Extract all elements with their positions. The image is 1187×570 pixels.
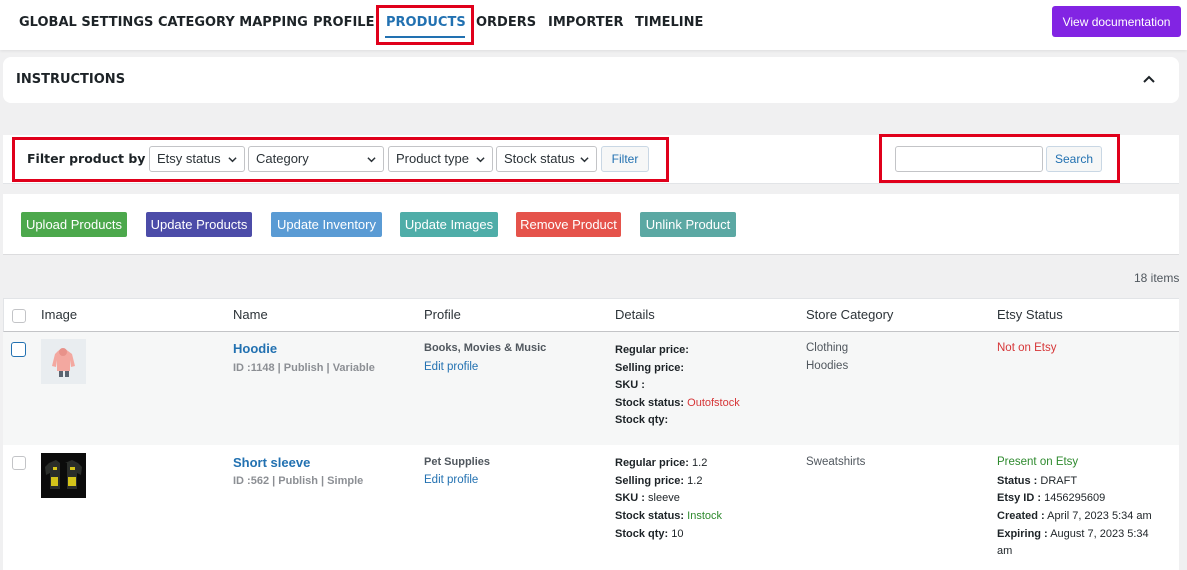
sku-label: SKU : [615, 379, 645, 391]
unlink-product-button[interactable]: Unlink Product [640, 212, 736, 237]
stock-qty: Stock qty: [615, 414, 668, 426]
etsy-id: Etsy ID : 1456295609 [997, 492, 1105, 504]
selling-price-label: Selling price: [615, 362, 685, 374]
column-header-details: Details [615, 307, 655, 322]
column-header-profile: Profile [424, 307, 461, 322]
tab-category-mapping[interactable]: CATEGORY MAPPING [158, 15, 308, 30]
short-sleeve-product-image[interactable] [41, 453, 86, 498]
product-profile: Books, Movies & Music [424, 342, 547, 354]
store-category-item: Sweatshirts [806, 456, 866, 468]
edit-profile-link[interactable]: Edit profile [424, 361, 478, 373]
tab-importer[interactable]: IMPORTER [548, 15, 624, 30]
stock-qty-label: Stock qty: [615, 528, 669, 540]
stock-status-value: Outofstock [687, 397, 740, 409]
etsy-status-text: Present on Etsy [997, 456, 1079, 468]
store-category-item: Clothing [806, 342, 849, 354]
regular-price-value: 1.2 [692, 457, 708, 469]
sku-value: sleeve [648, 492, 680, 504]
etsy-created-label: Created : [997, 510, 1045, 522]
regular-price: Regular price: [615, 344, 689, 356]
chevron-up-icon[interactable] [1141, 71, 1157, 87]
items-count: 18 items [1134, 271, 1180, 285]
remove-product-button[interactable]: Remove Product [516, 212, 621, 237]
update-inventory-button[interactable]: Update Inventory [271, 212, 382, 237]
store-category-item: Hoodies [806, 360, 849, 372]
hoodie-product-image[interactable] [41, 339, 86, 384]
stock-status-value: Instock [687, 510, 722, 522]
tab-orders[interactable]: ORDERS [476, 15, 536, 30]
highlight-products-tab [376, 5, 474, 45]
sku-label: SKU : [615, 492, 645, 504]
selling-price-label: Selling price: [615, 475, 685, 487]
etsy-listing-status: Status : DRAFT [997, 475, 1077, 487]
stock-qty-label: Stock qty: [615, 414, 669, 426]
stock-status: Stock status: Instock [615, 510, 722, 522]
stock-status: Stock status: Outofstock [615, 397, 740, 409]
tab-timeline[interactable]: TIMELINE [635, 15, 703, 30]
regular-price-label: Regular price: [615, 457, 689, 469]
selling-price: Selling price: 1.2 [615, 475, 702, 487]
upload-products-button[interactable]: Upload Products [21, 212, 127, 237]
sku: SKU : sleeve [615, 492, 680, 504]
etsy-listing-status-value: DRAFT [1040, 475, 1078, 487]
etsy-expiring-value: August 7, 2023 5:34 [1050, 528, 1149, 540]
selling-price-value: 1.2 [687, 475, 703, 487]
regular-price-label: Regular price: [615, 344, 689, 356]
column-header-image: Image [41, 307, 78, 322]
etsy-created-value: April 7, 2023 5:34 am [1047, 510, 1152, 522]
regular-price: Regular price: 1.2 [615, 457, 707, 469]
product-meta: ID :1148 | Publish | Variable [233, 362, 375, 374]
row-checkbox[interactable] [11, 342, 26, 357]
highlight-filter-area [12, 137, 669, 182]
etsy-status-text: Not on Etsy [997, 342, 1057, 354]
edit-profile-link[interactable]: Edit profile [424, 474, 478, 486]
stock-status-label: Stock status: [615, 397, 685, 409]
highlight-search-area [879, 134, 1120, 183]
product-profile: Pet Supplies [424, 456, 491, 468]
stock-qty-value: 10 [671, 528, 684, 540]
instructions-panel[interactable]: INSTRUCTIONS [3, 57, 1179, 103]
row-checkbox[interactable] [12, 456, 26, 470]
tab-profile[interactable]: PROFILE [313, 15, 374, 30]
column-header-etsy-status: Etsy Status [997, 307, 1063, 322]
tab-global-settings[interactable]: GLOBAL SETTINGS [19, 15, 153, 30]
etsy-expiring-continued: am [997, 545, 1013, 557]
update-images-button[interactable]: Update Images [400, 212, 498, 237]
etsy-created: Created : April 7, 2023 5:34 am [997, 510, 1152, 522]
etsy-expiring-label: Expiring : [997, 528, 1048, 540]
stock-qty: Stock qty: 10 [615, 528, 684, 540]
update-products-button[interactable]: Update Products [146, 212, 252, 237]
stock-status-label: Stock status: [615, 510, 685, 522]
etsy-id-label: Etsy ID : [997, 492, 1042, 504]
etsy-listing-status-label: Status : [997, 475, 1038, 487]
product-meta: ID :562 | Publish | Simple [233, 475, 364, 487]
etsy-id-value: 1456295609 [1044, 492, 1106, 504]
product-name-link[interactable]: Short sleeve [233, 455, 310, 470]
selling-price: Selling price: [615, 362, 684, 374]
product-name-link[interactable]: Hoodie [233, 341, 277, 356]
etsy-expiring: Expiring : August 7, 2023 5:34 [997, 528, 1149, 540]
sku: SKU : [615, 379, 645, 391]
view-documentation-button[interactable]: View documentation [1052, 6, 1181, 37]
select-all-checkbox[interactable] [12, 309, 26, 323]
instructions-title: INSTRUCTIONS [16, 72, 126, 87]
column-header-store-category: Store Category [806, 307, 894, 322]
column-header-name[interactable]: Name [233, 307, 268, 322]
